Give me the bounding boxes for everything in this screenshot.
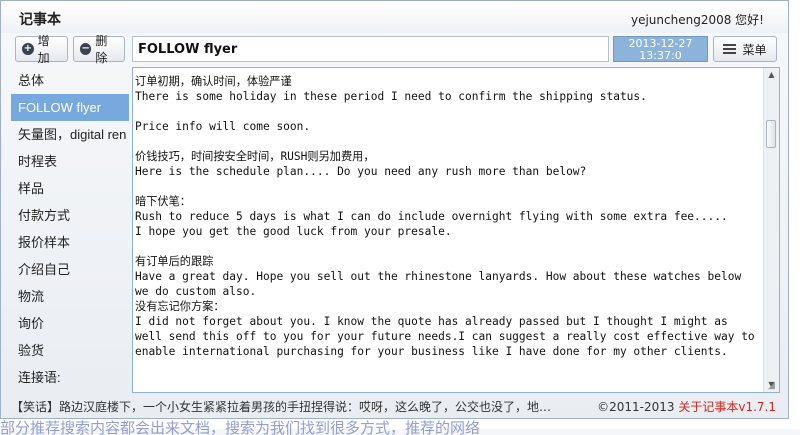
vertical-scrollbar[interactable]: ▲ ▼ bbox=[763, 68, 779, 392]
delete-button[interactable]: − 删除 bbox=[73, 34, 125, 65]
menu-button-label: 菜单 bbox=[742, 42, 767, 57]
sidebar-item[interactable]: 询价 bbox=[11, 310, 129, 337]
note-time: 13:37:0 bbox=[639, 49, 682, 62]
sidebar-item-active[interactable]: FOLLOW flyer bbox=[11, 94, 129, 121]
scroll-thumb[interactable] bbox=[766, 120, 776, 148]
sidebar-item[interactable]: 总体 bbox=[11, 67, 129, 94]
menu-button[interactable]: 菜单 bbox=[713, 36, 777, 62]
sidebar-item[interactable]: 介绍自己 bbox=[11, 256, 129, 283]
joke-ticker[interactable]: 【笑话】路边汉庭楼下，一个小女生紧紧拉着男孩的手扭捏得说：哎呀，这么晚了，公交也… bbox=[11, 395, 571, 419]
background-page-text: 部分推荐搜索内容都会出来文档，搜索为我们找到很多方式，推荐的网络 bbox=[0, 419, 481, 435]
sidebar-item[interactable]: 连接语: bbox=[11, 364, 129, 391]
app-title: 记事本 bbox=[19, 12, 61, 28]
sidebar-item[interactable]: 验货 bbox=[11, 337, 129, 364]
resize-grip-icon[interactable]: ◢ bbox=[768, 381, 778, 391]
notes-sidebar: 总体 FOLLOW flyer 矢量图，digital ren 时程表 样品 付… bbox=[11, 67, 129, 393]
copyright-text: ©2011-2013 bbox=[597, 400, 675, 414]
note-content-text[interactable]: 订单初期，确认时间，体验严谨 There is some holiday in … bbox=[133, 68, 763, 392]
sidebar-item[interactable]: 物流 bbox=[11, 283, 129, 310]
minus-circle-icon: − bbox=[80, 43, 92, 55]
sidebar-item[interactable]: 付款方式 bbox=[11, 202, 129, 229]
copyright-info: ©2011-2013 关于记事本v1.7.1 bbox=[597, 395, 776, 419]
scroll-up-arrow-icon[interactable]: ▲ bbox=[764, 68, 779, 82]
add-button-label: 增加 bbox=[37, 34, 50, 65]
add-button[interactable]: + 增加 bbox=[15, 34, 68, 65]
delete-button-label: 删除 bbox=[95, 34, 108, 65]
sidebar-item[interactable]: 时程表 bbox=[11, 148, 129, 175]
sidebar-item[interactable]: 样品 bbox=[11, 175, 129, 202]
title-bar: 记事本 yejuncheng2008 您好! bbox=[1, 1, 788, 33]
sidebar-item[interactable]: 矢量图，digital ren bbox=[11, 121, 129, 148]
note-datetime: 2013-12-27 13:37:0 bbox=[613, 36, 708, 62]
sidebar-item[interactable]: 报价样本 bbox=[11, 229, 129, 256]
notepad-window: 记事本 yejuncheng2008 您好! + 增加 − 删除 2013-12… bbox=[0, 0, 789, 419]
about-link[interactable]: 关于记事本v1.7.1 bbox=[678, 400, 776, 414]
user-greeting: yejuncheng2008 您好! bbox=[630, 13, 764, 27]
menu-lines-icon bbox=[723, 44, 737, 54]
note-title-input[interactable] bbox=[132, 36, 609, 62]
note-content-area[interactable]: 订单初期，确认时间，体验严谨 There is some holiday in … bbox=[132, 67, 780, 393]
plus-circle-icon: + bbox=[22, 43, 34, 55]
status-bar: 【笑话】路边汉庭楼下，一个小女生紧紧拉着男孩的手扭捏得说：哎呀，这么晚了，公交也… bbox=[1, 395, 788, 419]
